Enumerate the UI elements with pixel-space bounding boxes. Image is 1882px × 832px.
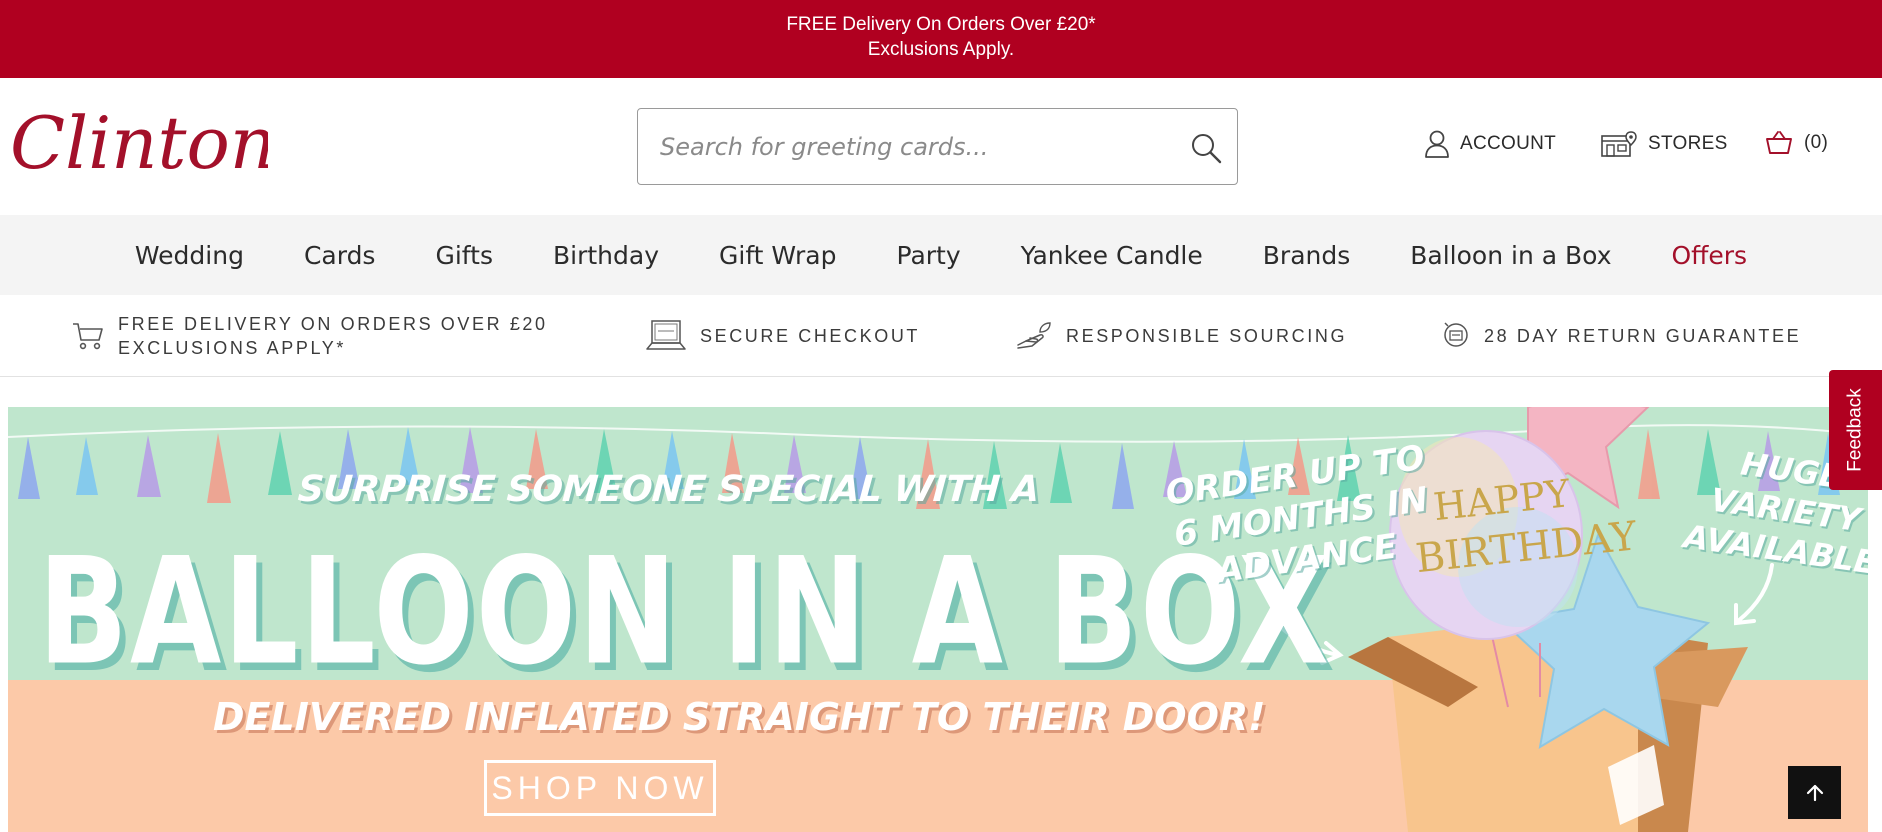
basket-count: (0) [1804, 132, 1829, 153]
back-to-top-button[interactable] [1788, 766, 1841, 819]
logo-text: Clintons [10, 104, 268, 185]
search-box [637, 108, 1238, 185]
basket-link[interactable]: (0) [1764, 130, 1828, 156]
usp-free-delivery: FREE DELIVERY ON ORDERS OVER £20 EXCLUSI… [72, 295, 548, 377]
hero-banner[interactable]: HAPPY BIRTHDAY SURPRISE SOMEONE SPECIAL … [8, 407, 1868, 832]
usp-responsible-sourcing: RESPONSIBLE SOURCING [1016, 295, 1347, 377]
search-button[interactable] [1183, 125, 1229, 171]
promo-bar: FREE Delivery On Orders Over £20* Exclus… [0, 0, 1882, 78]
main-nav: Wedding Cards Gifts Birthday Gift Wrap P… [0, 215, 1882, 295]
usp-delivery-line-1: FREE DELIVERY ON ORDERS OVER £20 [118, 314, 548, 334]
return-guarantee-icon [1444, 322, 1468, 347]
variety-arrow [1734, 563, 1774, 626]
usp-return-guarantee: 28 DAY RETURN GUARANTEE [1442, 295, 1801, 377]
hero-heading: BALLOON IN A BOX [38, 525, 1332, 698]
hero-tagline: DELIVERED INFLATED STRAIGHT TO THEIR DOO… [213, 695, 1266, 739]
usp-bar: FREE DELIVERY ON ORDERS OVER £20 EXCLUSI… [0, 295, 1882, 377]
stores-label: STORES [1648, 133, 1728, 154]
stores-link[interactable]: STORES [1600, 130, 1728, 158]
nav-item-party[interactable]: Party [867, 241, 991, 270]
user-icon [1425, 130, 1449, 158]
clintons-logo-mark: Clintons [10, 101, 313, 185]
feedback-tab[interactable]: Feedback [1829, 370, 1882, 490]
nav-item-birthday[interactable]: Birthday [523, 241, 689, 270]
promo-line-1: FREE Delivery On Orders Over £20* [786, 14, 1096, 35]
nav-item-gifts[interactable]: Gifts [405, 241, 523, 270]
shop-now-button[interactable]: SHOP NOW [484, 760, 716, 816]
hero-subheading: SURPRISE SOMEONE SPECIAL WITH A [296, 469, 1041, 510]
nav-item-balloon-in-a-box[interactable]: Balloon in a Box [1380, 241, 1641, 270]
usp-returns-label: 28 DAY RETURN GUARANTEE [1484, 325, 1802, 346]
store-icon [1601, 131, 1637, 157]
account-link[interactable]: ACCOUNT [1424, 130, 1556, 158]
nav-item-yankee-candle[interactable]: Yankee Candle [991, 241, 1233, 270]
usp-sourcing-label: RESPONSIBLE SOURCING [1066, 325, 1348, 346]
nav-item-offers[interactable]: Offers [1642, 241, 1778, 270]
arrow-up-icon [1806, 784, 1823, 801]
search-icon [1192, 134, 1222, 164]
usp-secure-checkout: SECURE CHECKOUT [646, 295, 920, 377]
hand-leaf-icon [1017, 322, 1051, 349]
promo-line-2: Exclusions Apply. [867, 39, 1015, 60]
laptop-icon [646, 320, 686, 350]
site-header: Clintons ACCOUNT STORES [0, 78, 1882, 215]
cart-icon [73, 323, 103, 350]
usp-delivery-line-2: EXCLUSIONS APPLY* [118, 338, 346, 358]
search-input[interactable] [660, 127, 1160, 167]
clintons-logo[interactable]: Clintons [8, 101, 313, 194]
account-label: ACCOUNT [1460, 133, 1557, 154]
nav-item-cards[interactable]: Cards [274, 241, 406, 270]
basket-icon [1766, 131, 1792, 154]
usp-secure-label: SECURE CHECKOUT [700, 325, 921, 346]
feedback-label: Feedback [1844, 388, 1866, 472]
nav-item-wedding[interactable]: Wedding [105, 241, 274, 270]
nav-item-brands[interactable]: Brands [1233, 241, 1381, 270]
nav-item-gift-wrap[interactable]: Gift Wrap [689, 241, 867, 270]
